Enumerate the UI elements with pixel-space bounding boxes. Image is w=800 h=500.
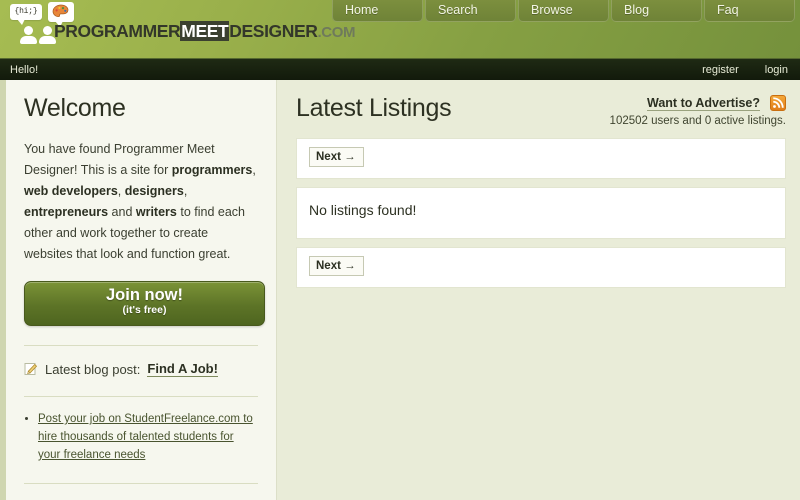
next-page-button-bottom[interactable]: Next → [309,256,364,276]
main-navigation: Home Search Browse Blog Faq [332,0,795,22]
site-logo[interactable]: {hi;} PROGRAMMERMEETDESIGNER.COM [8,2,355,52]
no-listings-message: No listings found! [309,202,417,218]
list-item: Post your job on StudentFreelance.com to… [38,410,258,464]
person-head [43,26,52,35]
sep-4: and [108,205,136,219]
keyword-web-developers: web developers [24,184,118,198]
person-programmer-icon [20,26,37,44]
blog-prefix-label: Latest blog post: [45,361,141,377]
listings-panel: No listings found! [296,187,786,239]
advertise-row: Want to Advertise? [610,95,786,111]
next-page-button-top[interactable]: Next → [309,147,364,167]
person-head [24,26,33,35]
main-content: Latest Listings Want to Advertise? 10250… [278,80,800,500]
pencil-icon [24,363,38,375]
wordmark-meet: MEET [180,21,230,41]
sidebar-divider-3 [24,483,258,484]
page-body: Welcome You have found Programmer Meet D… [0,80,800,500]
site-stats: 102502 users and 0 active listings. [609,115,786,127]
nav-tab-faq[interactable]: Faq [704,0,795,22]
welcome-line-2-prefix: This is a site for [80,163,172,177]
wordmark-programmer: PROGRAMMER [54,21,181,41]
nav-tab-browse[interactable]: Browse [518,0,609,22]
wordmark-designer: DESIGNER [229,21,318,41]
utility-bar: Hello! register login [0,58,800,80]
sep-1: , [252,163,256,177]
pager-panel-top: Next → [296,138,786,179]
person-body [20,36,37,44]
join-now-label: Join now! [106,286,183,304]
account-links: register login [702,64,788,76]
blog-post-link[interactable]: Find A Job! [147,361,218,377]
welcome-heading: Welcome [24,94,126,122]
join-now-sublabel: (it's free) [122,304,167,316]
code-bubble-text: {hi;} [14,7,38,16]
code-speech-bubble: {hi;} [10,4,42,25]
sidebar-divider-1 [24,345,258,346]
advertise-block: Want to Advertise? 102502 users and 0 ac… [610,95,786,127]
main-header: Latest Listings Want to Advertise? 10250… [296,94,786,138]
site-header: {hi;} PROGRAMMERMEETDESIGNER.COM Home Se… [0,0,800,58]
pager-panel-bottom: Next → [296,247,786,288]
register-link[interactable]: register [702,64,739,76]
keyword-writers: writers [135,205,177,219]
sep-2: , [117,184,125,198]
sidebar-divider-2 [24,396,258,397]
keyword-entrepreneurs: entrepreneurs [24,205,109,219]
rss-feed-icon[interactable] [770,95,786,111]
greeting-text: Hello! [10,64,39,76]
sidebar: Welcome You have found Programmer Meet D… [0,80,277,500]
nav-tab-blog[interactable]: Blog [611,0,702,22]
nav-tab-home[interactable]: Home [332,0,423,22]
sep-3: , [183,184,188,198]
join-now-button[interactable]: Join now! (it's free) [24,281,265,326]
login-link[interactable]: login [765,64,788,76]
rss-glyph [773,97,784,108]
site-wordmark: PROGRAMMERMEETDESIGNER.COM [54,21,355,42]
keyword-designers: designers [124,184,184,198]
studentfreelance-promo-link[interactable]: Post your job on StudentFreelance.com to… [38,413,253,461]
welcome-paragraph: You have found Programmer Meet Designer!… [24,139,258,265]
latest-blog-post: Latest blog post: Find A Job! [24,361,258,377]
wordmark-com: .COM [317,24,356,41]
advertise-link[interactable]: Want to Advertise? [647,96,760,111]
palette-icon [52,4,69,18]
promo-list: Post your job on StudentFreelance.com to… [24,410,258,464]
nav-tab-search[interactable]: Search [425,0,516,22]
keyword-programmers: programmers [171,163,253,177]
design-speech-bubble [48,2,74,27]
